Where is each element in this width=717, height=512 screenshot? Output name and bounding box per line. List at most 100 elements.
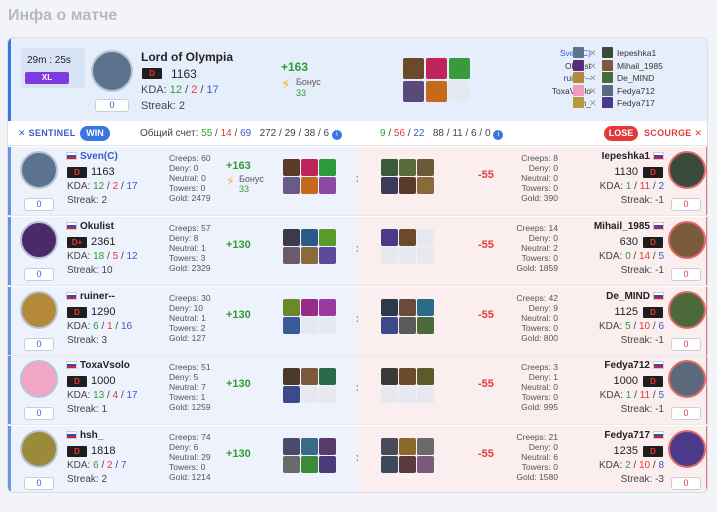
deaths: 2 [112, 181, 119, 192]
avatar[interactable] [668, 151, 706, 189]
avatar[interactable] [20, 360, 58, 398]
hero-icon [602, 59, 613, 71]
player-name-text: ToxaVsolo [80, 360, 130, 371]
kills: 1 [625, 181, 632, 192]
level-pill: 0 [671, 338, 701, 351]
roster-sentinel-heroes [573, 47, 585, 108]
avatar[interactable] [20, 221, 58, 259]
player-name[interactable]: Fedya717 [568, 430, 664, 441]
neutral: Neutral: 0 [521, 173, 558, 183]
item-icon [319, 247, 336, 264]
roster-name[interactable]: Mihail_1985 [617, 60, 663, 73]
player-name[interactable]: Sven(C) [66, 151, 118, 162]
item-icon [319, 438, 336, 455]
level-pill: 0 [24, 198, 54, 211]
mmr-delta: +130 [226, 239, 251, 251]
swords-icon: ✕ [589, 60, 597, 71]
assists: 17 [206, 84, 219, 96]
creeps: Creeps: 57 [169, 223, 211, 233]
avatar[interactable] [668, 221, 706, 259]
player-name[interactable]: hsh_ [66, 430, 103, 441]
item-icon [319, 368, 336, 385]
kills: 6 [93, 321, 99, 332]
hero-icon [602, 72, 613, 83]
level-pill: 0 [671, 477, 701, 490]
item-icon [301, 159, 318, 176]
streak: Streak: 2 [141, 100, 186, 112]
creeps: Creeps: 8 [521, 153, 558, 163]
kda: KDA: 6 / 1 / 16 [67, 321, 132, 332]
avatar[interactable] [20, 430, 58, 468]
roster-name[interactable]: Iepeshka1 [617, 47, 663, 60]
deaths: 14 [638, 251, 651, 262]
player-name[interactable]: Fedya712 [568, 360, 664, 371]
item-icon [283, 456, 300, 473]
sentinel-player: 0 hsh_ D 1818 KDA: 6 / 2 / 7 Streak: 2 Creeps:… [8, 426, 364, 492]
item-icon [403, 81, 424, 102]
item-grid [381, 159, 434, 194]
avatar[interactable] [668, 430, 706, 468]
avatar[interactable] [20, 151, 58, 189]
win-badge: WIN [80, 126, 110, 141]
sep: / [652, 321, 656, 332]
streak: Streak: 2 [67, 195, 108, 206]
avatar[interactable] [91, 50, 133, 92]
level-pill: 0 [24, 477, 54, 490]
empty-slot [301, 317, 318, 334]
creeps: Creeps: 42 [516, 293, 558, 303]
player-row: 0 ruiner-- D 1290 KDA: 6 / 1 / 16 Streak: 3 Cr… [8, 287, 707, 356]
creeps: Creeps: 14 [516, 223, 558, 233]
player-name[interactable]: Lord of Olympia [141, 50, 233, 64]
roster-name[interactable]: De_MIND [617, 72, 663, 85]
rank-badge: D [643, 376, 663, 387]
total-towers: 0 [484, 128, 491, 139]
towers: Towers: 1 [169, 392, 206, 402]
item-icon [399, 456, 416, 473]
avatar[interactable] [20, 291, 58, 329]
flag-icon [66, 152, 77, 161]
streak: Streak: 10 [67, 265, 113, 276]
sentinel-label: ✕ SENTINEL [18, 128, 76, 138]
info-icon[interactable]: i [493, 130, 504, 140]
player-name[interactable]: Okulist [66, 221, 114, 232]
total-neutral: 6 [471, 128, 477, 139]
kda-label: KDA: [599, 181, 624, 192]
hero-icon [602, 97, 613, 108]
mmr-delta: -55 [478, 169, 494, 181]
mmr-value: 1235 [613, 445, 638, 457]
player-name[interactable]: Mihail_1985 [568, 221, 664, 232]
gold: Gold: 1580 [516, 472, 558, 482]
item-icon [417, 177, 434, 194]
farm-stats: Creeps: 74 Deny: 6 Neutral: 29 Towers: 0 Gol… [169, 432, 211, 482]
player-row: 0 Sven(C) D 1163 KDA: 12 / 2 / 17 Streak: 2 Cr… [8, 147, 707, 216]
item-grid [403, 58, 470, 102]
info-icon[interactable]: i [331, 130, 342, 140]
match-header: 29m : 25s XL 0 Lord of Olympia D 1163 KD… [8, 38, 707, 121]
kda: KDA: 0 / 14 / 5 [568, 251, 664, 262]
item-icon [417, 438, 434, 455]
streak: Streak: -3 [620, 474, 664, 485]
player-name[interactable]: ToxaVsolo [66, 360, 130, 371]
gold: Gold: 127 [169, 333, 206, 343]
kda: KDA: 12 / 2 / 17 [141, 84, 219, 96]
player-name[interactable]: ruiner-- [66, 291, 115, 302]
total-score: Общий счет: 55 / 14 / 69 272 / 29 / 38 /… [140, 128, 342, 140]
item-icon [381, 159, 398, 176]
scourge-player: -55 Creeps: 8 Deny: 0 Neutral: 0 Towers: 0 Go… [358, 147, 707, 215]
avatar[interactable] [668, 360, 706, 398]
creeps: Creeps: 51 [169, 362, 211, 372]
roster-name[interactable]: Fedya712 [617, 85, 663, 98]
item-icon [417, 317, 434, 334]
roster-name[interactable]: Fedya717 [617, 97, 663, 110]
assists: 6 [658, 321, 664, 332]
sentinel-player: 0 Sven(C) D 1163 KDA: 12 / 2 / 17 Streak: 2 Cr… [8, 147, 364, 215]
bolt-icon: ⚡ [281, 76, 291, 92]
avatar[interactable] [668, 291, 706, 329]
towers: Towers: 0 [521, 253, 558, 263]
player-name[interactable]: Iepeshka1 [568, 151, 664, 162]
rank-badge: D [643, 167, 663, 178]
total-kills: 9 [380, 128, 386, 139]
assists: 8 [658, 460, 664, 471]
player-name[interactable]: De_MIND [568, 291, 664, 302]
item-icon [381, 456, 398, 473]
